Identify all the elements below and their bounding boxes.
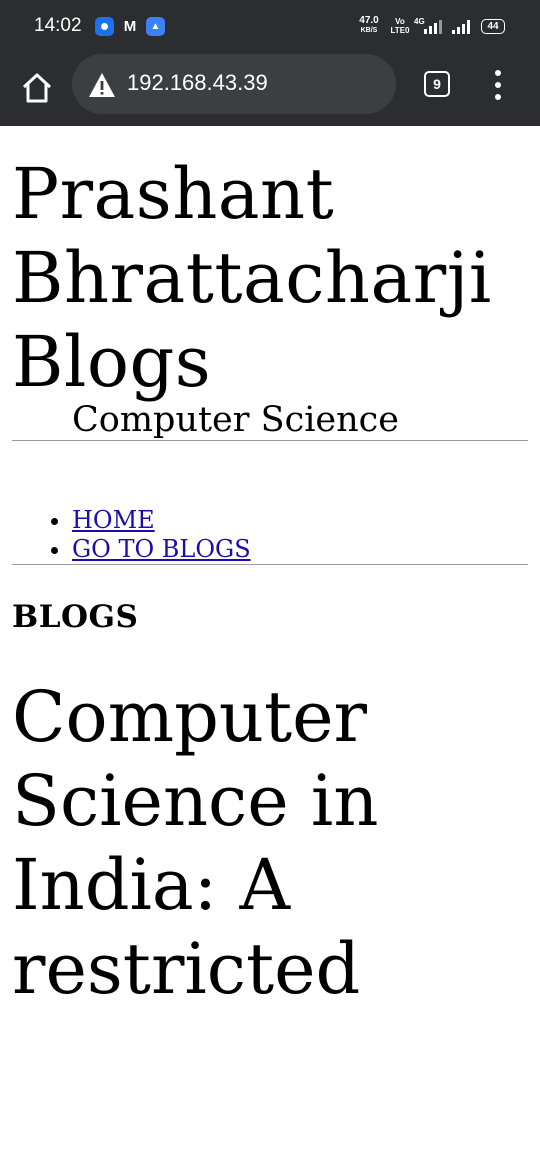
section-heading: BLOGS [12, 599, 139, 635]
battery-level: 44 [487, 21, 499, 32]
nav-link-home[interactable]: HOME [72, 506, 155, 534]
post-title[interactable]: Computer Science in India: A restricted [12, 675, 528, 1011]
url-text[interactable]: 192.168.43.39 [127, 70, 268, 96]
volte-top: Vo [395, 17, 405, 26]
network-speed-value: 47.0 [359, 15, 379, 26]
site-subtitle: Computer Science [72, 400, 399, 440]
nav-item-blogs: GO TO BLOGS [72, 535, 528, 564]
nav-link-go-to-blogs[interactable]: GO TO BLOGS [72, 535, 251, 563]
home-icon[interactable] [20, 71, 54, 105]
more-icon[interactable] [492, 70, 504, 100]
tabs-icon[interactable]: 9 [424, 71, 450, 97]
chrome-notification-icon [95, 17, 114, 36]
nav-item-home: HOME [72, 506, 528, 535]
signal-icon-sim2 [452, 20, 470, 34]
divider [12, 564, 528, 565]
page-content: Prashant Bhrattacharji Blogs Computer Sc… [12, 126, 528, 1011]
status-bar: 14:02 M ▲ 47.0 KB/S Vo LTE0 4G 44 [0, 0, 540, 54]
network-speed: 47.0 KB/S [356, 16, 382, 36]
android-notification-icon: ▲ [146, 17, 165, 36]
signal-icon-sim1 [424, 20, 442, 34]
volte-indicator: Vo LTE0 [389, 17, 411, 35]
battery-icon: 44 [481, 19, 505, 34]
divider [12, 440, 528, 441]
status-time: 14:02 [34, 15, 82, 36]
m-notification-icon: M [123, 18, 137, 35]
network-speed-unit: KB/S [360, 27, 378, 34]
volte-bottom: LTE0 [390, 26, 410, 35]
site-title: Prashant Bhrattacharji Blogs [12, 153, 492, 403]
warning-icon[interactable] [88, 72, 116, 98]
tab-count: 9 [433, 76, 441, 92]
nav-list: HOME GO TO BLOGS [72, 506, 528, 564]
browser-toolbar: 192.168.43.39 9 [0, 54, 540, 126]
